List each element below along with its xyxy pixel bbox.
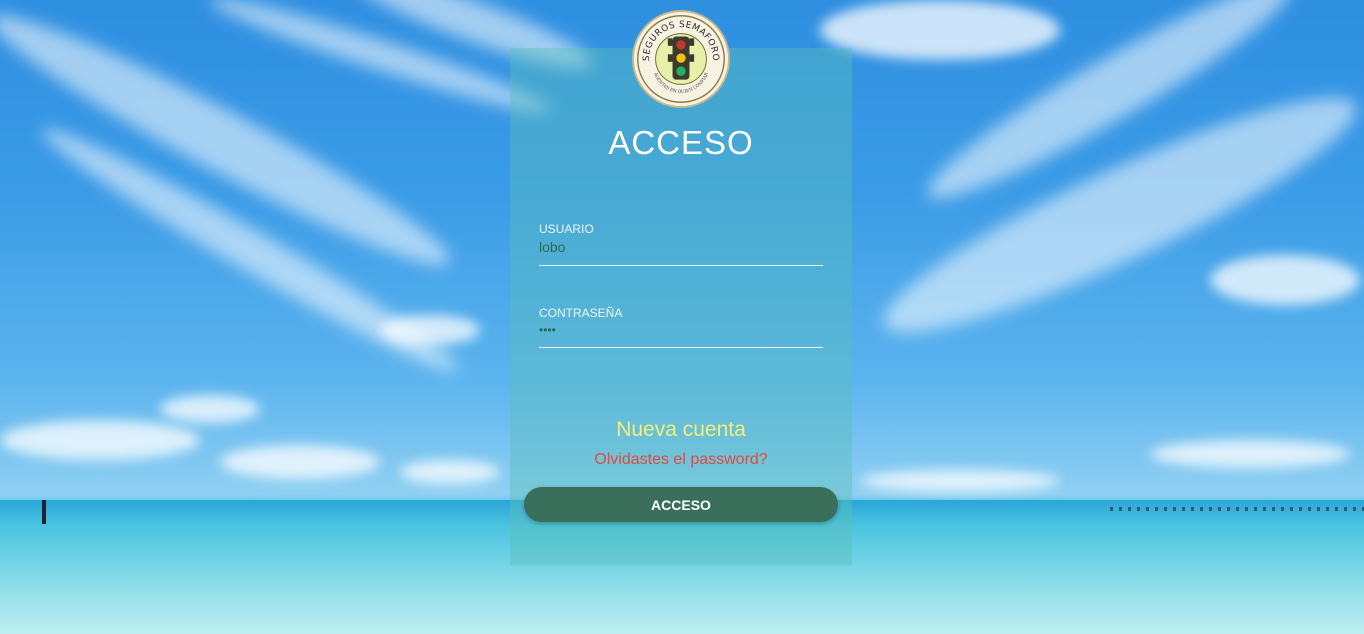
username-input[interactable] [539,239,823,265]
password-field: CONTRASEÑA [539,306,823,348]
traffic-light-seal-icon: SEGUROS SEMAFORO AGENTES EN QUIEN CONFIA… [632,10,730,108]
username-label: USUARIO [539,222,594,236]
password-label: CONTRASEÑA [539,306,623,320]
new-account-link[interactable]: Nueva cuenta [510,418,852,442]
username-field: USUARIO [539,222,823,266]
password-input[interactable] [539,323,823,347]
forgot-password-link[interactable]: Olvidastes el password? [510,451,852,469]
login-submit-button[interactable]: ACCESO [524,487,838,522]
page-title: ACCESO [608,124,754,161]
